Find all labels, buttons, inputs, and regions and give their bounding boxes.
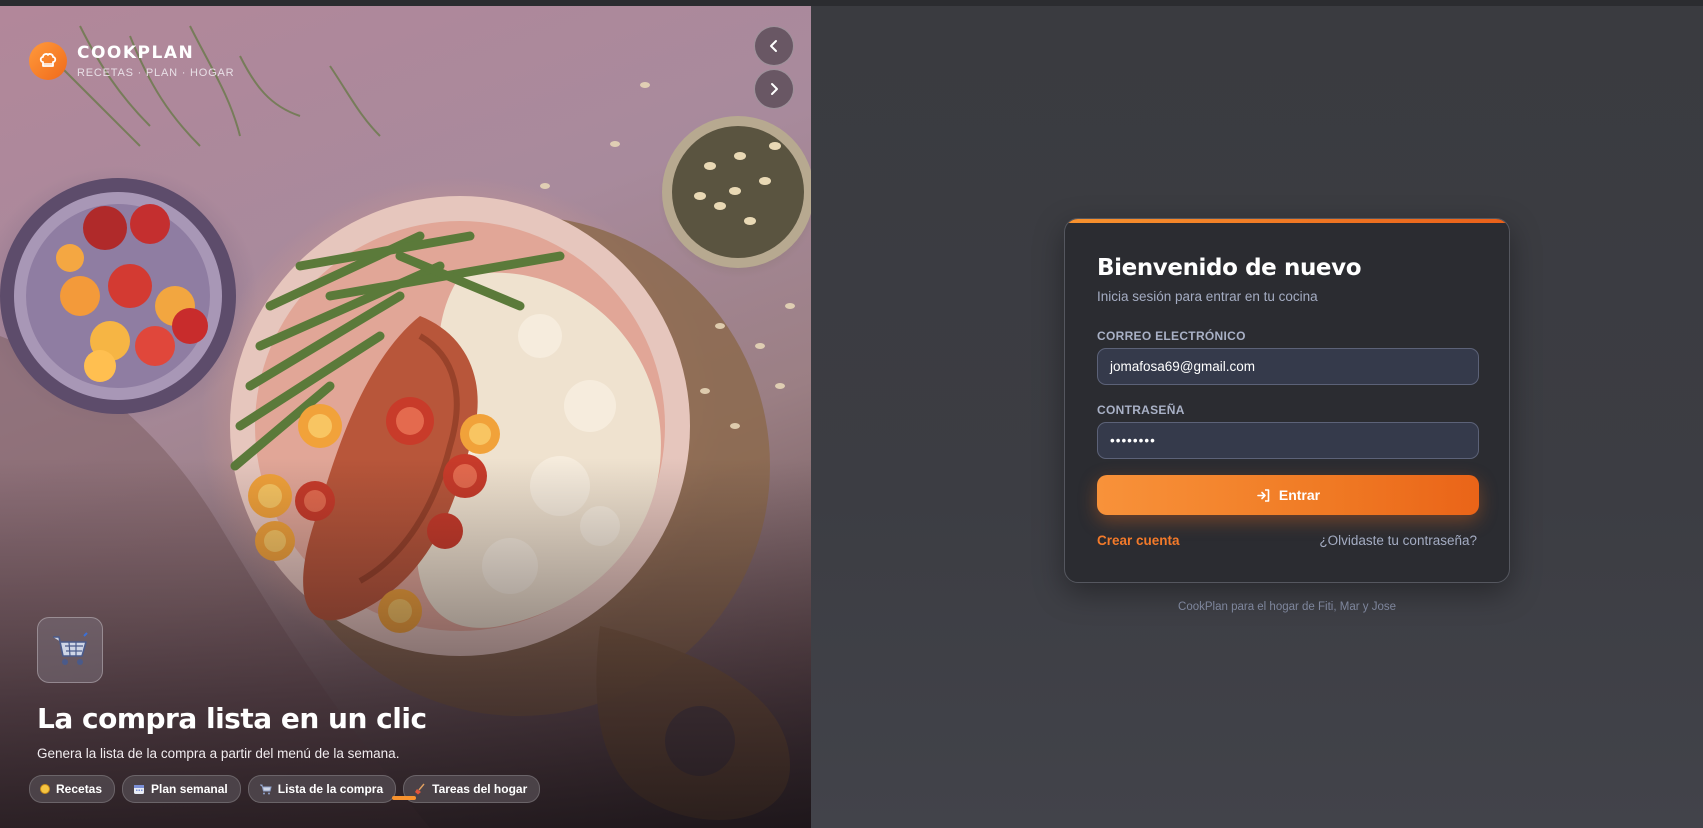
chevron-right-icon <box>771 83 778 95</box>
hero-subtitle: Genera la lista de la compra a partir de… <box>37 746 400 761</box>
card-accent-bar <box>1065 219 1509 223</box>
login-arrow-icon <box>1257 488 1270 502</box>
carousel-prev-button[interactable] <box>754 26 794 66</box>
shopping-cart-icon <box>53 632 88 665</box>
chevron-left-icon <box>770 40 777 52</box>
chip-label: Plan semanal <box>151 782 228 796</box>
footer-note: CookPlan para el hogar de Fiti, Mar y Jo… <box>1178 601 1396 613</box>
calendar-icon <box>134 785 145 794</box>
login-card: Bienvenido de nuevo Inicia sesión para e… <box>1064 218 1510 583</box>
login-subtitle: Inicia sesión para entrar en tu cocina <box>1097 289 1318 304</box>
hero-panel: COOKPLAN RECETAS · PLAN · HOGAR La compr… <box>0 6 811 828</box>
brand-name: COOKPLAN <box>77 43 195 63</box>
carousel-next-button[interactable] <box>754 69 794 109</box>
email-value: jomafosa69@gmail.com <box>1110 359 1256 374</box>
email-field[interactable]: jomafosa69@gmail.com <box>1097 348 1479 385</box>
brand-tagline: RECETAS · PLAN · HOGAR <box>77 67 235 79</box>
hero-title: La compra lista en un clic <box>37 702 427 735</box>
chip-label: Recetas <box>56 782 103 796</box>
feature-chips: Recetas Plan semanal Lista de la compra … <box>29 775 541 803</box>
cart-icon <box>259 784 272 795</box>
login-submit-button[interactable]: Entrar <box>1097 475 1479 515</box>
chip-plan-semanal[interactable]: Plan semanal <box>122 775 241 803</box>
email-label: CORREO ELECTRÓNICO <box>1097 329 1246 343</box>
chip-lista-compra[interactable]: Lista de la compra <box>247 775 397 803</box>
forgot-password-link[interactable]: ¿Olvidaste tu contraseña? <box>1319 533 1477 548</box>
dot-icon <box>40 784 50 794</box>
chip-recetas[interactable]: Recetas <box>29 775 116 803</box>
chip-label: Lista de la compra <box>277 782 384 796</box>
active-chip-indicator <box>392 796 416 800</box>
password-value: •••••••• <box>1110 433 1156 448</box>
chip-tareas-hogar[interactable]: Tareas del hogar <box>403 775 541 803</box>
password-field[interactable]: •••••••• <box>1097 422 1479 459</box>
feature-icon-box <box>37 617 103 683</box>
chef-hat-icon <box>29 42 67 80</box>
login-submit-label: Entrar <box>1278 487 1321 503</box>
create-account-link[interactable]: Crear cuenta <box>1097 533 1180 548</box>
brand: COOKPLAN RECETAS · PLAN · HOGAR <box>29 42 234 80</box>
broom-icon <box>415 783 425 795</box>
chip-label: Tareas del hogar <box>432 782 528 796</box>
password-label: CONTRASEÑA <box>1097 403 1185 417</box>
login-title: Bienvenido de nuevo <box>1097 255 1362 281</box>
